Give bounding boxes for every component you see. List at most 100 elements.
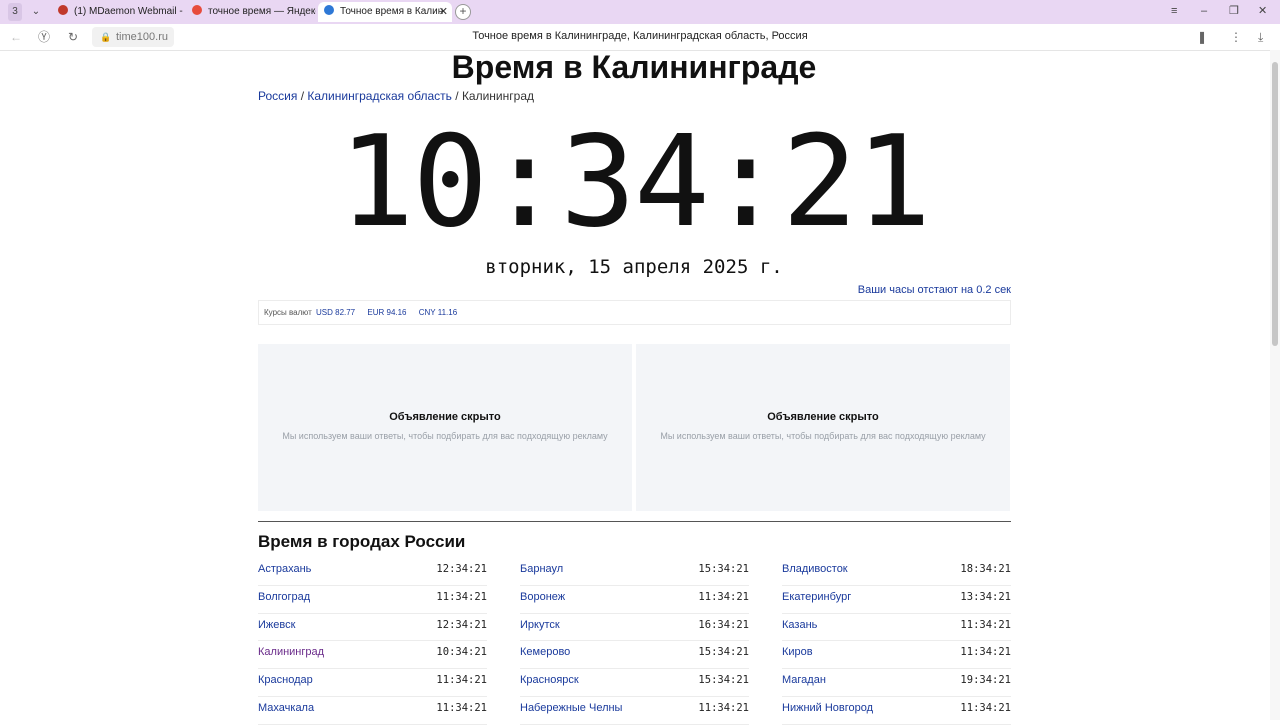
city-time: 12:34:21 <box>436 563 487 575</box>
city-row: Астрахань 12:34:21 <box>258 558 487 586</box>
city-time: 11:34:21 <box>436 701 487 714</box>
city-time: 10:34:21 <box>436 646 487 659</box>
main-clock: 10:34:21 <box>338 108 932 255</box>
more-icon[interactable]: ⋮ <box>1230 29 1242 45</box>
city-link[interactable]: Казань <box>782 614 817 637</box>
breadcrumb-sep: / <box>300 89 305 103</box>
currency-rates: Курсы валют USD 82.77 EUR 94.16 CNY 11.1… <box>258 300 1011 325</box>
city-link[interactable]: Барнаул <box>520 558 563 581</box>
rate-eur[interactable]: EUR 94.16 <box>367 308 406 317</box>
city-link[interactable]: Ижевск <box>258 614 295 637</box>
city-link[interactable]: Владивосток <box>782 558 848 581</box>
tab-bar: 3 ⌄ (1) MDaemon Webmail - П точное время… <box>0 0 1280 24</box>
ad-subtitle: Мы используем ваши ответы, чтобы подбира… <box>282 431 608 441</box>
city-row: Иркутск 16:34:21 <box>520 614 749 642</box>
time100-favicon-icon <box>324 5 334 16</box>
city-row: Киров 11:34:21 <box>782 641 1011 670</box>
city-row: Волгоград 11:34:21 <box>258 586 487 614</box>
breadcrumb-sep: / <box>455 89 459 103</box>
city-link[interactable]: Набережные Челны <box>520 697 622 720</box>
city-row: Нижний Новгород 11:34:21 <box>782 697 1011 725</box>
city-link[interactable]: Махачкала <box>258 697 314 720</box>
breadcrumb-region[interactable]: Калининградская область <box>307 89 452 103</box>
city-row: Барнаул 15:34:21 <box>520 558 749 586</box>
clock-lag-notice[interactable]: Ваши часы отстают на 0.2 сек <box>858 284 1011 296</box>
cities-heading: Время в городах России <box>258 532 466 551</box>
rate-cny[interactable]: CNY 11.16 <box>419 308 457 317</box>
ad-subtitle: Мы используем ваши ответы, чтобы подбира… <box>660 431 986 441</box>
city-link[interactable]: Воронеж <box>520 586 565 609</box>
breadcrumb: Россия / Калининградская область / Калин… <box>258 89 534 103</box>
city-link[interactable]: Краснодар <box>258 669 313 692</box>
page-heading: Время в Калининграде <box>451 49 817 85</box>
city-time: 18:34:21 <box>960 563 1011 575</box>
city-link[interactable]: Екатеринбург <box>782 586 851 609</box>
city-row: Казань 11:34:21 <box>782 614 1011 642</box>
city-row: Ижевск 12:34:21 <box>258 614 487 642</box>
tab-time100[interactable]: Точное время в Калин ✕ <box>318 2 452 22</box>
city-link[interactable]: Магадан <box>782 669 826 692</box>
city-row: Махачкала 11:34:21 <box>258 697 487 725</box>
tab-counter[interactable]: 3 <box>8 3 22 21</box>
breadcrumb-city: Калининград <box>461 89 534 103</box>
city-time: 11:34:21 <box>960 618 1011 631</box>
new-tab-button[interactable]: + <box>455 4 471 20</box>
ad-placeholder: Объявление скрыто Мы используем ваши отв… <box>636 344 1010 511</box>
city-row: Набережные Челны 11:34:21 <box>520 697 749 725</box>
rate-usd[interactable]: USD 82.77 <box>316 308 355 317</box>
city-row: Краснодар 11:34:21 <box>258 669 487 697</box>
ad-title: Объявление скрыто <box>767 411 879 423</box>
city-link[interactable]: Красноярск <box>520 669 579 692</box>
city-row: Екатеринбург 13:34:21 <box>782 586 1011 614</box>
city-time: 11:34:21 <box>436 674 487 687</box>
restore-icon[interactable]: ❐ <box>1229 3 1239 19</box>
tab-list-chevron-icon[interactable]: ⌄ <box>30 3 42 21</box>
address-bar: ← Ⓨ ↻ 🔒 time100.ru Точное время в Калини… <box>0 24 1280 51</box>
city-column: Астрахань 12:34:21 Волгоград 11:34:21 Ижев… <box>258 558 487 725</box>
yandex-favicon-icon <box>192 5 202 16</box>
bookmark-icon[interactable]: ❚ <box>1197 29 1207 45</box>
ad-placeholder: Объявление скрыто Мы используем ваши отв… <box>258 344 632 511</box>
close-window-icon[interactable]: ✕ <box>1258 3 1267 19</box>
city-time: 11:34:21 <box>698 701 749 714</box>
city-row: Калининград 10:34:21 <box>258 641 487 670</box>
city-row: Воронеж 11:34:21 <box>520 586 749 614</box>
download-icon[interactable]: ⤓ <box>1258 29 1263 45</box>
city-row: Магадан 19:34:21 <box>782 669 1011 697</box>
current-date: вторник, 15 апреля 2025 г. <box>485 256 783 278</box>
city-link[interactable]: Нижний Новгород <box>782 697 873 720</box>
city-row: Красноярск 15:34:21 <box>520 669 749 697</box>
city-time: 15:34:21 <box>698 563 749 575</box>
city-time: 11:34:21 <box>960 701 1011 714</box>
city-link[interactable]: Кемерово <box>520 641 570 664</box>
tab-yandex[interactable]: точное время — Яндекс: <box>186 2 316 22</box>
close-tab-icon[interactable]: ✕ <box>439 2 448 22</box>
city-column: Барнаул 15:34:21 Воронеж 11:34:21 Иркутск 1… <box>520 558 749 725</box>
breadcrumb-country[interactable]: Россия <box>258 89 297 103</box>
city-link[interactable]: Астрахань <box>258 558 311 581</box>
city-link[interactable]: Киров <box>782 641 813 664</box>
city-link[interactable]: Калининград <box>258 641 324 664</box>
scrollbar-thumb[interactable] <box>1272 62 1278 346</box>
tab-mdaemon[interactable]: (1) MDaemon Webmail - П <box>52 2 186 22</box>
city-row: Кемерово 15:34:21 <box>520 641 749 670</box>
city-time: 11:34:21 <box>960 646 1011 659</box>
mdaemon-favicon-icon <box>58 5 68 16</box>
divider <box>258 521 1011 522</box>
city-column: Владивосток 18:34:21 Екатеринбург 13:34:21… <box>782 558 1011 725</box>
city-time: 11:34:21 <box>436 590 487 603</box>
tab-title: Точное время в Калин <box>340 6 444 17</box>
city-time: 13:34:21 <box>960 590 1011 603</box>
city-time: 16:34:21 <box>698 618 749 631</box>
menu-icon[interactable]: ≡ <box>1171 3 1177 19</box>
city-row: Владивосток 18:34:21 <box>782 558 1011 586</box>
tab-title: (1) MDaemon Webmail - П <box>74 6 186 17</box>
city-time: 19:34:21 <box>960 674 1011 687</box>
city-time: 12:34:21 <box>436 618 487 631</box>
page-title-display: Точное время в Калининграде, Калининград… <box>472 30 808 42</box>
minimize-icon[interactable]: – <box>1201 3 1207 19</box>
city-time: 15:34:21 <box>698 646 749 659</box>
city-link[interactable]: Волгоград <box>258 586 310 609</box>
city-time: 15:34:21 <box>698 674 749 687</box>
city-link[interactable]: Иркутск <box>520 614 560 637</box>
